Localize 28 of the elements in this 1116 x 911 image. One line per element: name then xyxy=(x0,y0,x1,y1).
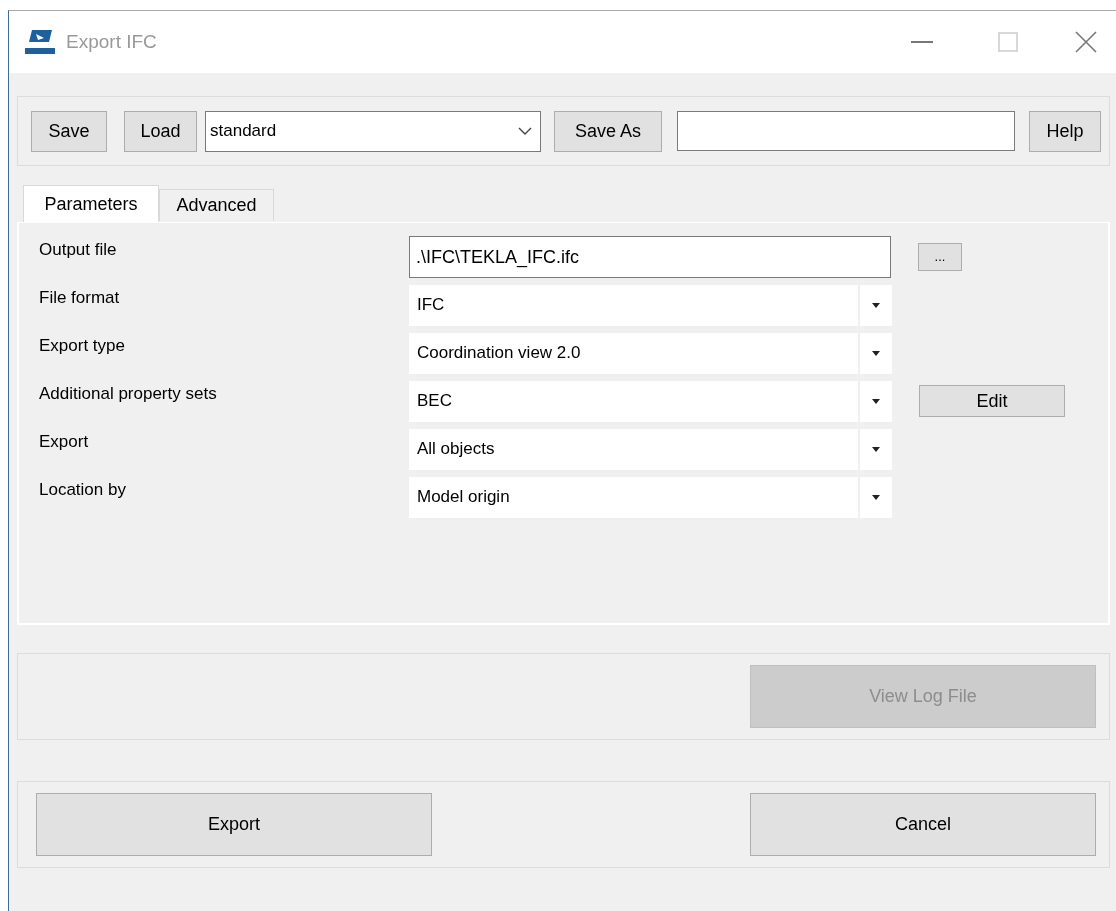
close-icon[interactable] xyxy=(1075,31,1097,53)
field-label: Location by xyxy=(38,479,127,501)
load-button[interactable]: Load xyxy=(124,110,197,152)
tab[interactable]: Parameters xyxy=(23,185,159,222)
option-dropdown[interactable]: IFC xyxy=(409,284,892,326)
cancel-button[interactable]: Cancel xyxy=(750,793,1096,856)
window-title: Export IFC xyxy=(66,29,157,54)
field-label: Output file xyxy=(38,239,118,261)
option-dropdown[interactable]: All objects xyxy=(409,428,892,470)
field-label: Export type xyxy=(38,335,126,357)
browse-button[interactable]: ... xyxy=(918,243,962,271)
output-file-field[interactable]: .\IFC\TEKLA_IFC.ifc xyxy=(409,236,891,278)
preset-dropdown[interactable]: standard xyxy=(205,110,541,152)
tab[interactable]: Advanced xyxy=(159,189,274,221)
save-as-name-field[interactable] xyxy=(677,111,1015,151)
app-icon xyxy=(24,28,56,56)
option-dropdown[interactable]: Coordination view 2.0 xyxy=(409,332,892,374)
field-label: File format xyxy=(38,287,121,309)
export-button[interactable]: Export xyxy=(36,793,432,856)
save-button[interactable]: Save xyxy=(31,110,107,152)
save-as-button[interactable]: Save As xyxy=(554,110,662,152)
field-label: Export xyxy=(38,431,90,453)
edit-button[interactable]: Edit xyxy=(919,385,1065,417)
chevron-icon xyxy=(518,126,532,136)
field-label: Additional property sets xyxy=(38,383,218,405)
help-button[interactable]: Help xyxy=(1029,110,1101,152)
option-dropdown[interactable]: Model origin xyxy=(409,476,892,518)
option-dropdown[interactable]: BEC xyxy=(409,380,892,422)
